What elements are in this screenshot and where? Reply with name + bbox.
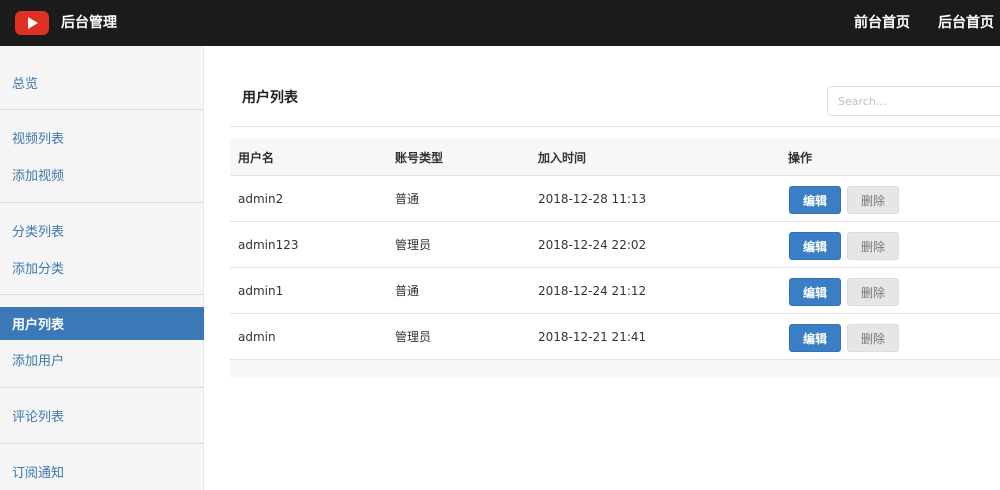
username-cell: admin	[238, 329, 276, 344]
sidebar: 总览 视频列表 添加视频 分类列表 添加分类 用户列表 添加用户 评论列表 订阅…	[0, 46, 204, 490]
table-header: 用户名 账号类型 加入时间 操作	[230, 139, 1000, 176]
title-divider	[230, 126, 1000, 127]
frontend-home-link[interactable]: 前台首页	[854, 14, 910, 32]
sidebar-item-user-list[interactable]: 用户列表	[0, 307, 204, 340]
join-time-cell: 2018-12-28 11:13	[538, 191, 647, 206]
delete-button[interactable]: 删除	[847, 324, 900, 352]
join-time-cell: 2018-12-24 22:02	[538, 237, 647, 252]
column-header-join-time: 加入时间	[538, 150, 587, 165]
row-actions: 编辑 删除	[789, 186, 900, 214]
column-header-username: 用户名	[238, 150, 275, 165]
edit-button[interactable]: 编辑	[789, 232, 842, 260]
delete-button[interactable]: 删除	[847, 186, 900, 214]
sidebar-item-overview[interactable]: 总览	[0, 66, 204, 99]
username-cell: admin1	[238, 283, 284, 298]
account-type-cell: 管理员	[395, 330, 432, 344]
top-navbar: 后台管理 前台首页 后台首页	[0, 0, 1000, 46]
username-cell: admin2	[238, 191, 284, 206]
table-row: admin1 普通 2018-12-24 21:12 编辑 删除	[230, 268, 1000, 314]
account-type-cell: 管理员	[395, 238, 432, 252]
sidebar-divider	[0, 202, 204, 203]
join-time-cell: 2018-12-21 21:41	[538, 329, 647, 344]
sidebar-item-comment-list[interactable]: 评论列表	[0, 399, 204, 432]
row-actions: 编辑 删除	[789, 232, 900, 260]
account-type-cell: 普通	[395, 284, 420, 298]
sidebar-item-subscription-notice[interactable]: 订阅通知	[0, 455, 204, 488]
edit-button[interactable]: 编辑	[789, 186, 842, 214]
delete-button[interactable]: 删除	[847, 278, 900, 306]
user-table: 用户名 账号类型 加入时间 操作 admin2 普通 2018-12-28 11…	[230, 139, 1000, 378]
table-footer	[230, 360, 1000, 378]
sidebar-item-add-video[interactable]: 添加视频	[0, 158, 204, 191]
row-actions: 编辑 删除	[789, 324, 900, 352]
edit-button[interactable]: 编辑	[789, 324, 842, 352]
sidebar-divider	[0, 294, 204, 295]
edit-button[interactable]: 编辑	[789, 278, 842, 306]
join-time-cell: 2018-12-24 21:12	[538, 283, 647, 298]
sidebar-divider	[0, 387, 204, 388]
main-content: 用户列表 用户名 账号类型 加入时间 操作 admin2 普通 2018-12-…	[204, 46, 1000, 490]
account-type-cell: 普通	[395, 192, 420, 206]
youtube-logo-icon[interactable]	[15, 11, 49, 35]
column-header-account-type: 账号类型	[395, 150, 444, 165]
sidebar-divider	[0, 109, 204, 110]
table-row: admin123 管理员 2018-12-24 22:02 编辑 删除	[230, 222, 1000, 268]
page-title: 用户列表	[242, 90, 298, 106]
table-row: admin 管理员 2018-12-21 21:41 编辑 删除	[230, 314, 1000, 360]
sidebar-item-video-list[interactable]: 视频列表	[0, 121, 204, 154]
delete-button[interactable]: 删除	[847, 232, 900, 260]
table-row: admin2 普通 2018-12-28 11:13 编辑 删除	[230, 176, 1000, 222]
backend-home-link[interactable]: 后台首页	[938, 14, 994, 32]
search-input[interactable]	[827, 86, 1000, 116]
sidebar-item-category-list[interactable]: 分类列表	[0, 214, 204, 247]
sidebar-divider	[0, 443, 204, 444]
sidebar-item-add-user[interactable]: 添加用户	[0, 343, 204, 376]
sidebar-item-add-category[interactable]: 添加分类	[0, 251, 204, 284]
brand-title[interactable]: 后台管理	[61, 14, 117, 32]
username-cell: admin123	[238, 237, 299, 252]
row-actions: 编辑 删除	[789, 278, 900, 306]
column-header-actions: 操作	[788, 150, 813, 165]
